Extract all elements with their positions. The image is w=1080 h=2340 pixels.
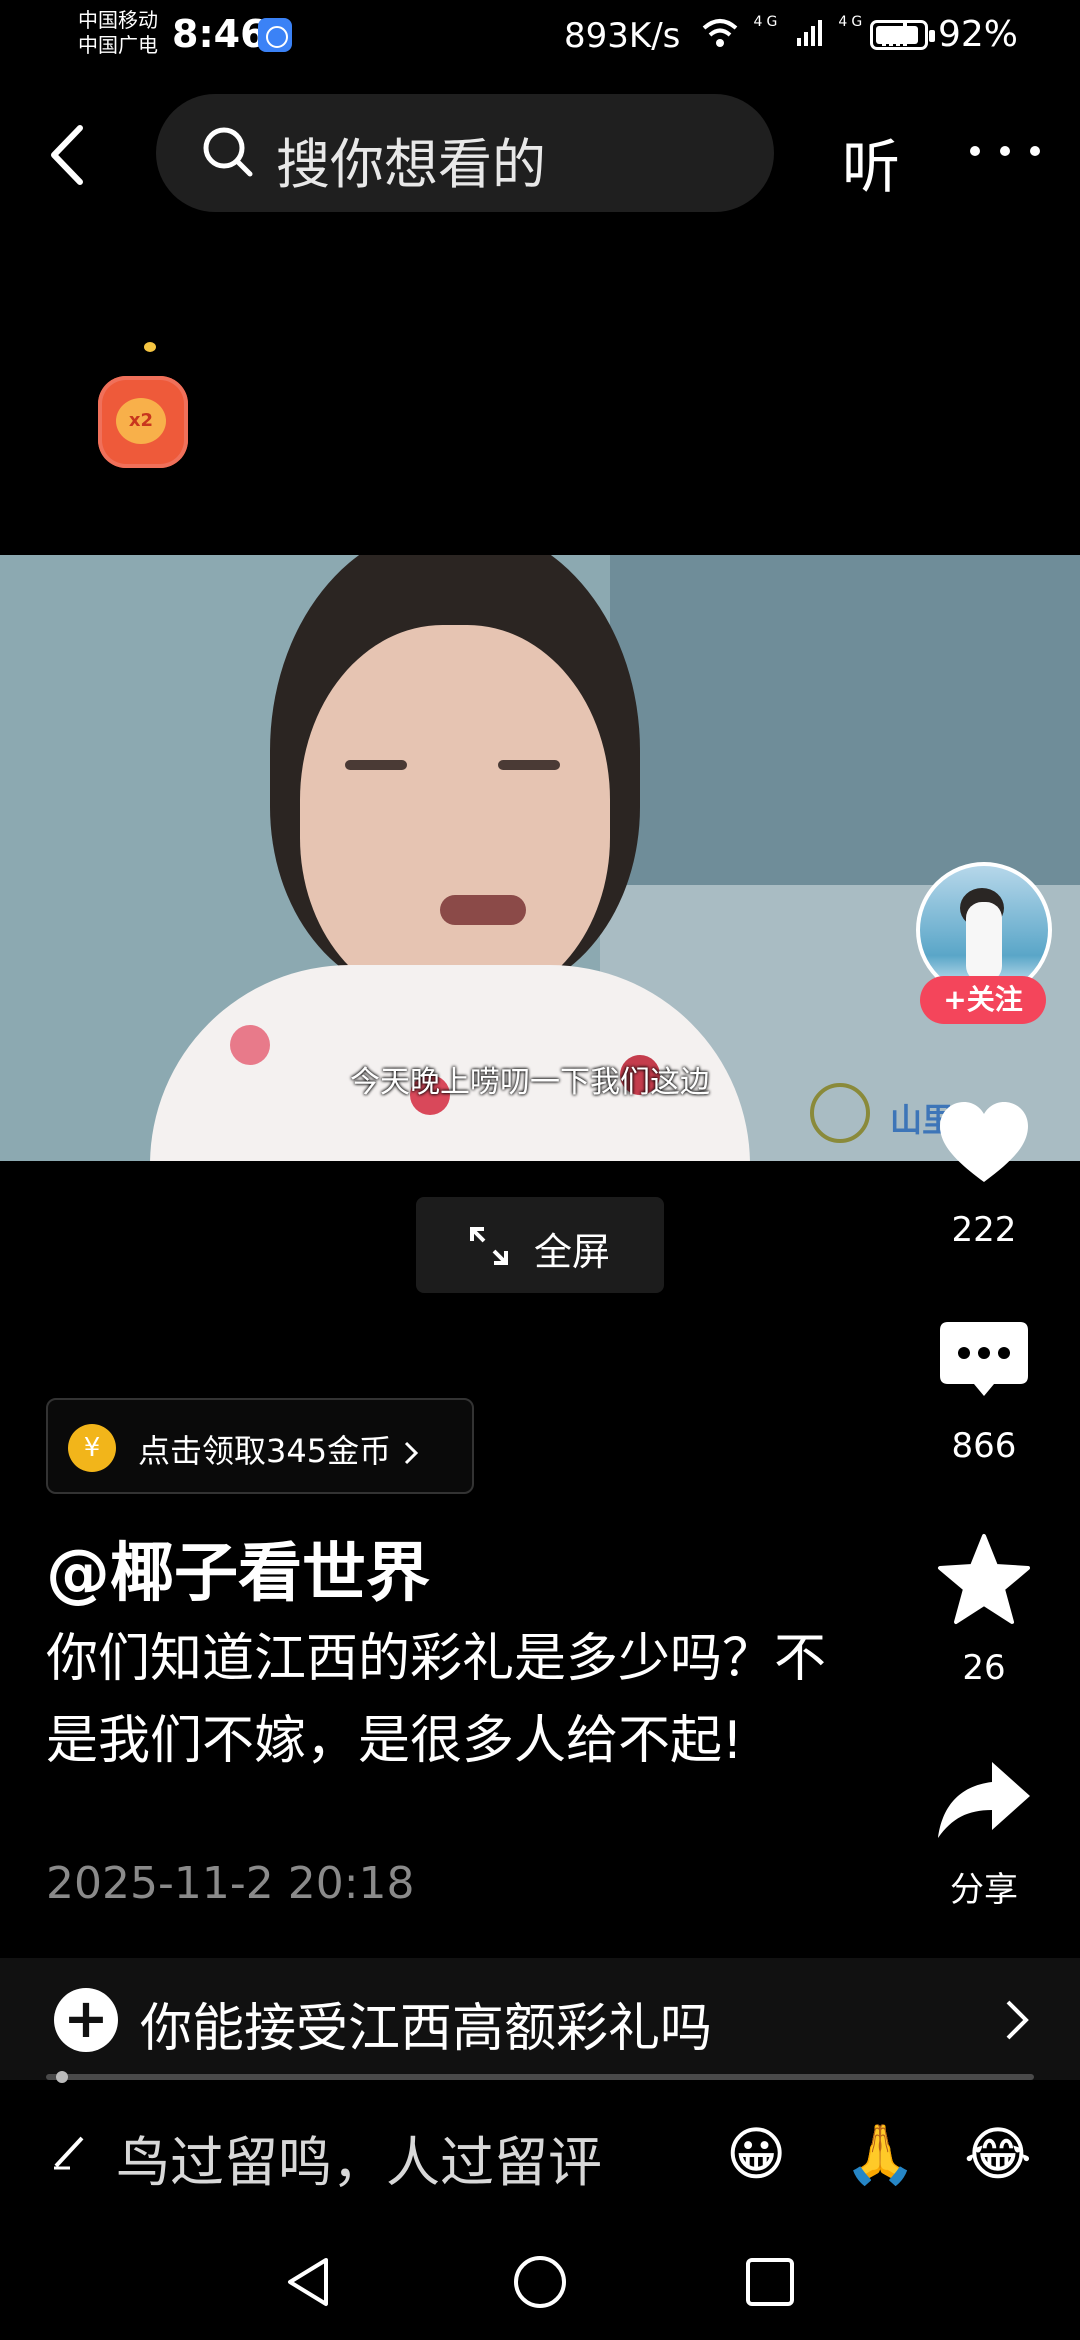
carrier-1: 中国移动 [78, 8, 158, 32]
author-name[interactable]: @椰子看世界 [46, 1522, 430, 1614]
listen-button[interactable]: 听 [842, 120, 900, 204]
battery-percent: 92% [938, 14, 1019, 55]
favorite-count: 26 [962, 1648, 1006, 1688]
comment-placeholder: 鸟过留鸣，人过留评 [116, 2131, 602, 2194]
video-person-mouth [440, 895, 526, 925]
robe-pattern [230, 1025, 270, 1065]
battery-icon [870, 20, 935, 50]
search-icon [203, 127, 253, 177]
wifi-icon [702, 18, 738, 47]
carrier-2: 中国广电 [78, 33, 158, 57]
red-packet-badge: x2 [116, 398, 166, 444]
topic-label: 你能接受江西高额彩礼吗 [140, 1999, 713, 2059]
topic-bar[interactable]: + 你能接受江西高额彩礼吗 [0, 1958, 1080, 2080]
favorite-star-icon[interactable] [934, 1530, 1034, 1630]
red-packet-dot [144, 342, 156, 352]
status-bar: 中国移动 中国广电 8:46 893K/s 4G 4G 92% [0, 0, 1080, 80]
avatar-figure [966, 902, 1002, 982]
nav-back-icon[interactable] [280, 2252, 340, 2312]
video-person-eye [345, 760, 407, 770]
coin-reward-chip[interactable]: ¥ 点击领取345金币 [46, 1398, 474, 1494]
coin-reward-label: 点击领取345金币 [138, 1432, 392, 1470]
playback-progress-handle[interactable] [56, 2071, 68, 2083]
battery-fill [876, 26, 918, 44]
video-player[interactable]: 今天晚上唠叨一下我们这边 山里 [0, 555, 1080, 1161]
signal-label-2: 4G [838, 14, 867, 30]
comment-bubble-icon[interactable] [934, 1314, 1034, 1414]
video-person-eye [498, 760, 560, 770]
back-arrow-icon[interactable] [42, 120, 92, 190]
expand-icon [470, 1227, 508, 1265]
follow-button[interactable]: +关注 [920, 976, 1046, 1024]
emoji-pray-button[interactable]: 🙏 [844, 2120, 916, 2189]
post-description: 你们知道江西的彩礼是多少吗？不是我们不嫁，是很多人给不起! [46, 1629, 827, 1771]
video-subtitle: 今天晚上唠叨一下我们这边 [350, 1065, 710, 1100]
nav-recents-icon[interactable] [740, 2252, 800, 2312]
comment-bar[interactable]: 鸟过留鸣，人过留评 😀 🙏 😂 [0, 2098, 1080, 2208]
video-person-face [300, 625, 610, 1005]
watermark-logo-icon [810, 1083, 870, 1143]
share-arrow-icon[interactable] [934, 1752, 1034, 1852]
like-heart-icon[interactable] [934, 1094, 1034, 1194]
pen-icon [54, 2136, 84, 2170]
add-topic-icon: + [54, 1988, 118, 2052]
emoji-smile-button[interactable]: 😀 [726, 2120, 786, 2188]
nav-home-icon[interactable] [510, 2252, 570, 2312]
coin-reward-text: 点击领取345金币 [138, 1426, 421, 1472]
coin-icon: ¥ [68, 1424, 116, 1472]
fullscreen-label: 全屏 [534, 1230, 611, 1274]
share-label: 分享 [950, 1870, 1018, 1910]
post-date: 2025-11-2 20:18 [46, 1858, 415, 1909]
search-placeholder: 搜你想看的 [276, 133, 546, 196]
net-speed: 893K/s [564, 16, 681, 56]
fullscreen-button[interactable]: 全屏 [416, 1197, 664, 1293]
status-time: 8:46 [172, 12, 267, 56]
signal-label-1: 4G [753, 14, 782, 30]
cell-signal-icon [796, 19, 822, 46]
chevron-right-icon [1006, 2000, 1029, 2040]
like-count: 222 [951, 1210, 1017, 1250]
comment-count: 866 [951, 1426, 1017, 1466]
chevron-right-icon [405, 1441, 419, 1465]
playback-progress-bar[interactable] [46, 2074, 1034, 2080]
search-bar[interactable]: 搜你想看的 [156, 94, 774, 212]
system-nav-bar [0, 2222, 1080, 2340]
carrier-info: 中国移动 中国广电 [78, 8, 158, 58]
browser-icon [258, 18, 292, 52]
more-options-icon[interactable] [970, 140, 1040, 160]
emoji-laugh-button[interactable]: 😂 [964, 2120, 1032, 2188]
red-packet-icon[interactable]: x2 [98, 376, 188, 468]
